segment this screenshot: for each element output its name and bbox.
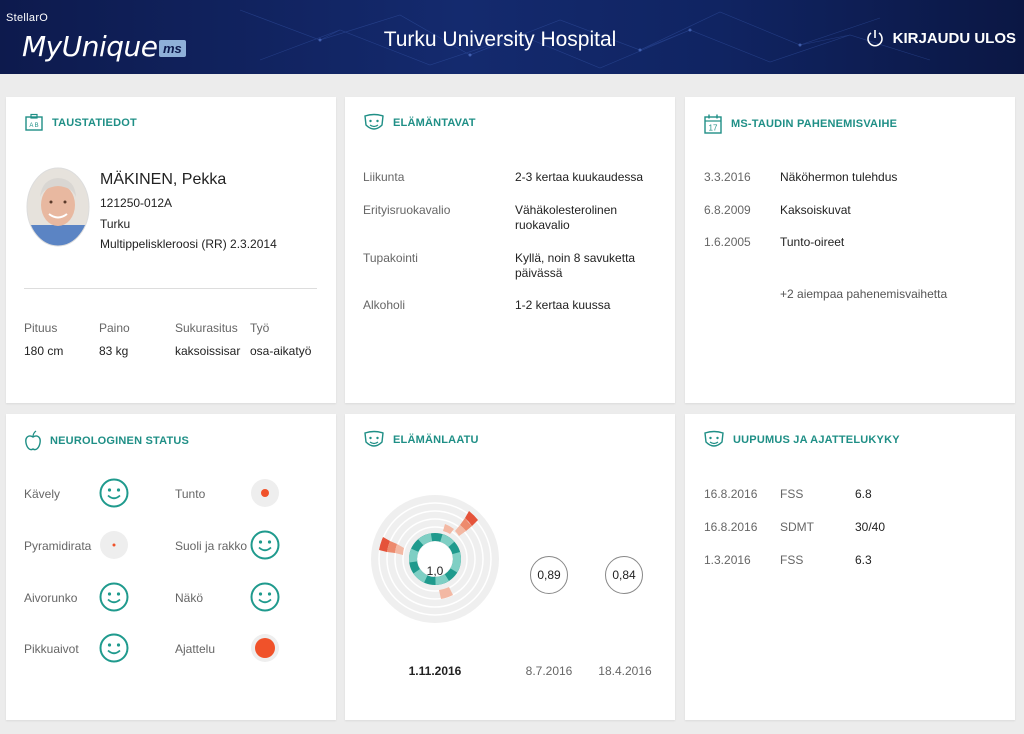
stat-label: Työ (250, 321, 270, 335)
relapse-text: Näköhermon tulehdus (780, 170, 898, 184)
test-name: FSS (780, 487, 804, 501)
lifestyle-value: 2-3 kertaa kuukaudessa (515, 170, 644, 184)
stat-value: osa-aikatyö (250, 344, 312, 358)
card-neuro: NEUROLOGINEN STATUS Kävely Tunto Pyramid… (6, 414, 336, 720)
relapse-date: 1.6.2005 (704, 235, 751, 249)
relapse-date: 3.3.2016 (704, 170, 751, 184)
quality-current-value: 1,0 (426, 564, 444, 578)
more-relapses-link[interactable]: +2 aiempaa pahenemisvaihetta (780, 287, 947, 301)
relapse-text: Tunto-oireet (780, 235, 845, 249)
card-title: ELÄMÄNLAATU (393, 434, 479, 446)
neuro-label: Kävely (24, 487, 61, 501)
neuro-label: Ajattelu (175, 642, 216, 656)
lifestyle-label: Erityisruokavalio (363, 203, 451, 217)
major-finding-icon (251, 634, 279, 662)
patient-id: 121250-012A (100, 196, 173, 210)
lifestyle-value: Vähäkolesterolinen ruokavalio (515, 203, 618, 232)
relapse-text: Kaksoiskuvat (780, 203, 851, 217)
quality-history-value[interactable]: 0,84 (605, 556, 643, 594)
neuro-label: Tunto (175, 487, 206, 501)
lifestyle-label: Liikunta (363, 170, 405, 184)
smiley-icon (99, 633, 129, 663)
patient-city: Turku (100, 217, 131, 231)
quality-history-date: 18.4.2016 (598, 664, 652, 678)
hospital-title: Turku University Hospital (383, 28, 617, 51)
id-card-icon: A B (25, 113, 43, 131)
relapse-date: 6.8.2009 (704, 203, 751, 217)
smiley-icon (99, 478, 129, 508)
stat-label: Pituus (24, 321, 58, 335)
smiley-icon (250, 530, 280, 560)
logout-button[interactable]: KIRJAUDU ULOS (865, 28, 1016, 48)
svg-text:A B: A B (29, 123, 38, 129)
test-name: SDMT (780, 520, 814, 534)
neuro-label: Suoli ja rakko (175, 539, 248, 553)
test-value: 6.8 (855, 487, 872, 501)
test-value: 6.3 (855, 553, 872, 567)
theater-masks-icon (364, 430, 384, 447)
card-title: ELÄMÄNTAVAT (393, 117, 476, 129)
card-title: NEUROLOGINEN STATUS (50, 435, 190, 447)
card-title: MS-TAUDIN PAHENEMISVAIHE (731, 118, 898, 130)
lifestyle-label: Alkoholi (363, 298, 406, 312)
divider (24, 288, 317, 289)
lifestyle-value: 1-2 kertaa kuussa (515, 298, 611, 312)
stat-label: Paino (99, 321, 130, 335)
smiley-icon (99, 582, 129, 612)
theater-masks-icon (704, 430, 724, 447)
test-value: 30/40 (855, 520, 886, 534)
patient-avatar (26, 167, 90, 247)
quality-history-value[interactable]: 0,89 (530, 556, 568, 594)
card-pahenemisvaihe: 17 MS-TAUDIN PAHENEMISVAIHE 3.3.2016 Näk… (685, 97, 1015, 403)
card-elamanlaatu: ELÄMÄNLAATU 1,0 1.11.2016 0,89 8.7.2016 … (345, 414, 675, 720)
logout-label: KIRJAUDU ULOS (892, 29, 1016, 47)
test-date: 1.3.2016 (704, 553, 751, 567)
stat-label: Sukurasitus (175, 321, 238, 335)
brand-stellaro: StellarO (6, 12, 49, 24)
svg-text:17: 17 (709, 124, 718, 133)
card-taustatiedot: A B TAUSTATIEDOT MÄKINEN, Pekka 121250-0… (6, 97, 336, 403)
quality-history-date: 8.7.2016 (525, 664, 573, 678)
neuro-label: Aivorunko (24, 591, 78, 605)
apple-icon (25, 430, 41, 451)
card-title: UUPUMUS JA AJATTELUKYKY (733, 434, 900, 446)
minor-finding-icon (251, 479, 279, 507)
card-uupumus: UUPUMUS JA AJATTELUKYKY 16.8.2016 FSS 6.… (685, 414, 1015, 720)
stat-value: 180 cm (24, 344, 64, 358)
lifestyle-label: Tupakointi (363, 251, 418, 265)
neuro-label: Näkö (175, 591, 204, 605)
card-title: TAUSTATIEDOT (52, 117, 137, 129)
tiny-finding-icon (100, 531, 128, 559)
test-date: 16.8.2016 (704, 487, 758, 501)
theater-masks-icon (364, 113, 384, 130)
test-name: FSS (780, 553, 804, 567)
calendar-icon: 17 (704, 114, 722, 134)
lifestyle-value: Kyllä, noin 8 savuketta päivässä (515, 251, 636, 280)
stat-value: 83 kg (99, 344, 129, 358)
quality-radial-chart (371, 495, 499, 623)
smiley-icon (250, 582, 280, 612)
stat-value: kaksoissisar (175, 344, 241, 358)
card-elamantavat: ELÄMÄNTAVAT Liikunta 2-3 kertaa kuukaude… (345, 97, 675, 403)
power-icon (866, 30, 883, 47)
test-date: 16.8.2016 (704, 520, 758, 534)
quality-current-date: 1.11.2016 (408, 664, 462, 678)
neuro-label: Pyramidirata (24, 539, 92, 553)
patient-diagnosis: Multippeliskleroosi (RR) 2.3.2014 (100, 237, 277, 251)
neuro-label: Pikkuaivot (24, 642, 79, 656)
patient-name: MÄKINEN, Pekka (100, 171, 227, 188)
top-bar: StellarO MyUnique ms Turku University Ho… (0, 0, 1024, 74)
